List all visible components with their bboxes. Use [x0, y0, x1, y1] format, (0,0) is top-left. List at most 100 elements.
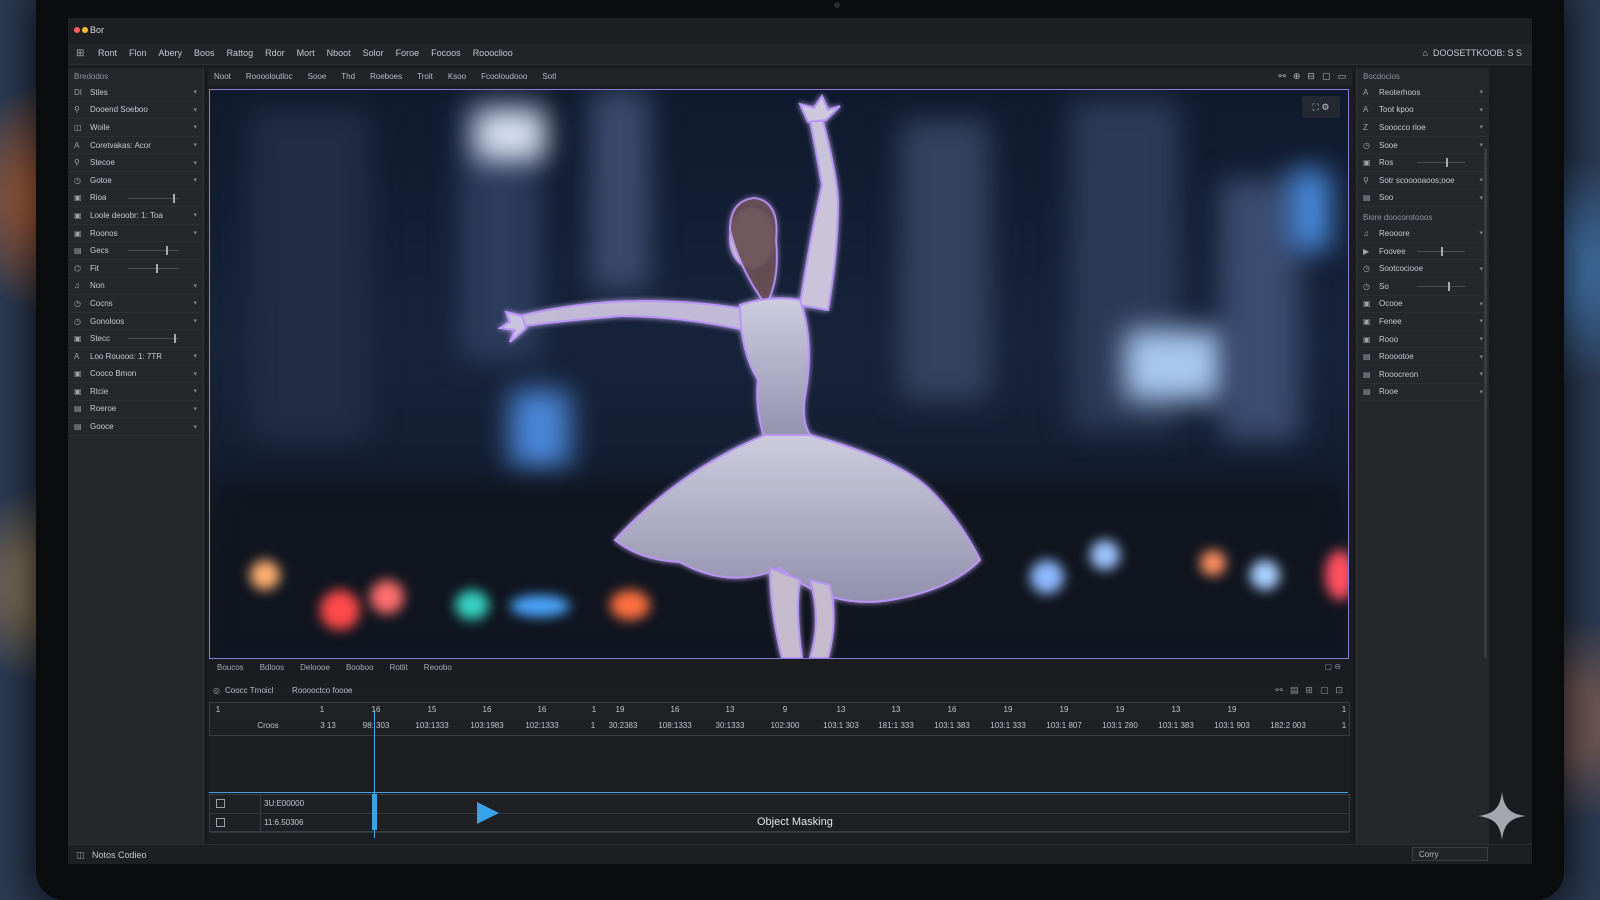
bottom-tab[interactable]: Deloooe	[300, 663, 330, 672]
chevron-down-icon[interactable]: ▾	[193, 387, 197, 395]
chevron-down-icon[interactable]: ▾	[1479, 265, 1483, 273]
property-row[interactable]: ▤ Rooootoe ▾	[1357, 348, 1489, 366]
track-checkbox[interactable]	[216, 818, 225, 827]
chevron-down-icon[interactable]: ▾	[1479, 353, 1483, 361]
track-row[interactable]: 3U:E00000	[210, 795, 1349, 814]
toolbar-item[interactable]: Roeboes	[370, 72, 402, 81]
slider-knob[interactable]	[156, 263, 159, 273]
toolbar-item[interactable]: Sooe	[308, 72, 327, 81]
bottom-tab[interactable]: Booboo	[346, 663, 374, 672]
toolbar-item[interactable]: Noot	[214, 72, 231, 81]
expand-icon[interactable]: ▢	[1325, 662, 1333, 671]
property-row[interactable]: DI Stles ▾	[68, 84, 203, 102]
chevron-down-icon[interactable]: ▾	[193, 370, 197, 378]
chevron-down-icon[interactable]: ▾	[1479, 317, 1483, 325]
timeline-ruler[interactable]: 1 1 16 15 16 16 1 19 16 13 9 13 13 16 19 19 19 13 19 1	[209, 702, 1350, 720]
property-row[interactable]: ▣ Ocooe ▾	[1357, 296, 1489, 314]
slider-knob[interactable]	[166, 246, 169, 256]
property-row[interactable]: A Reoterhoos ▾	[1357, 84, 1489, 102]
slider-knob[interactable]	[1445, 158, 1448, 168]
chevron-down-icon[interactable]: ▾	[193, 229, 197, 237]
link-icon[interactable]: ⚯	[1278, 71, 1286, 81]
minimize-window-button[interactable]	[82, 27, 88, 33]
menu-item[interactable]: Nboot	[327, 48, 351, 58]
settings-icon[interactable]: ⚙	[1321, 102, 1329, 112]
chevron-down-icon[interactable]: ▾	[1479, 88, 1483, 96]
bottom-tab[interactable]: Reoobo	[424, 663, 452, 672]
property-row[interactable]: ♫ Non ▾	[68, 278, 203, 296]
property-row[interactable]: A Coretvakas: Acor ▾	[68, 137, 203, 155]
slider-knob[interactable]	[173, 334, 176, 344]
property-row[interactable]: ▣ Roonos ▾	[68, 225, 203, 243]
playhead-handle[interactable]	[372, 794, 377, 830]
chevron-down-icon[interactable]: ▾	[1479, 370, 1483, 378]
property-row[interactable]: ▣ Loole deoobr: 1: Toa ▾	[68, 207, 203, 225]
property-row[interactable]: ▣ Ros	[1357, 154, 1489, 172]
property-row[interactable]: ▶ Foovee	[1357, 243, 1489, 261]
clip-range-line[interactable]	[209, 792, 1348, 793]
property-slider[interactable]	[1417, 158, 1465, 168]
toolbar-item[interactable]: Rooooloutloc	[246, 72, 293, 81]
property-row[interactable]: ▣ Cooco Bmon ▾	[68, 366, 203, 384]
property-row[interactable]: ▤ Soo ▾	[1357, 190, 1489, 208]
menu-item[interactable]: Rdor	[265, 48, 285, 58]
collapse-icon[interactable]: ⊖	[1334, 662, 1341, 671]
frame-icon[interactable]: ▢	[1320, 685, 1329, 695]
chevron-down-icon[interactable]: ▾	[1479, 335, 1483, 343]
slider-knob[interactable]	[172, 193, 175, 203]
chevron-down-icon[interactable]: ▾	[193, 176, 197, 184]
layout-icon[interactable]: ⊟	[1307, 71, 1315, 81]
bottom-tab[interactable]: Boucos	[217, 663, 244, 672]
menu-item[interactable]: Focoos	[431, 48, 461, 58]
menu-item[interactable]: Mort	[297, 48, 315, 58]
save-icon[interactable]: ▭	[1337, 71, 1346, 81]
property-row[interactable]: ◷ Sooe ▾	[1357, 137, 1489, 155]
chevron-down-icon[interactable]: ▾	[193, 88, 197, 96]
property-row[interactable]: ◷ Gonoloos ▾	[68, 313, 203, 331]
property-row[interactable]: ◫ Woile ▾	[68, 119, 203, 137]
slider-knob[interactable]	[1448, 281, 1451, 291]
toolbar-item[interactable]: Thd	[341, 72, 355, 81]
property-row[interactable]: ⚲ Dooend Soeboo ▾	[68, 102, 203, 120]
chevron-down-icon[interactable]: ▾	[1479, 176, 1483, 184]
property-row[interactable]: ▣ Rioa	[68, 190, 203, 208]
property-row[interactable]: ▤ Roeroe ▾	[68, 401, 203, 419]
toolbar-item[interactable]: Trolt	[417, 72, 433, 81]
property-row[interactable]: ⚲ Sotr scooooaoos;ooe ▾	[1357, 172, 1489, 190]
menu-item[interactable]: Roooclioo	[473, 48, 513, 58]
calendar-icon[interactable]: ▤	[1290, 685, 1299, 695]
property-row[interactable]: A Toot kpoo ▾	[1357, 102, 1489, 120]
chevron-down-icon[interactable]: ▾	[193, 352, 197, 360]
grid-icon[interactable]: ⊞	[1305, 685, 1313, 695]
grid-icon[interactable]: ⊞	[76, 48, 84, 59]
property-slider[interactable]	[128, 246, 179, 256]
property-row[interactable]: ▣ Rtcie ▾	[68, 383, 203, 401]
property-slider[interactable]	[128, 334, 179, 344]
property-row[interactable]: ▣ Rooo ▾	[1357, 331, 1489, 349]
bottom-tab[interactable]: Rotlit	[390, 663, 408, 672]
property-row[interactable]: Z Sooocco rioe ▾	[1357, 119, 1489, 137]
viewport-tools[interactable]: ⛶ ⚙	[1302, 96, 1340, 118]
zoom-icon[interactable]: ⊡	[1335, 685, 1343, 695]
chevron-down-icon[interactable]: ▾	[1479, 194, 1483, 202]
property-row[interactable]: ♫ Reooore ▾	[1357, 225, 1489, 243]
chevron-down-icon[interactable]: ▾	[193, 141, 197, 149]
chevron-down-icon[interactable]: ▾	[193, 106, 197, 114]
property-row[interactable]: ▣ Fenee ▾	[1357, 313, 1489, 331]
preview-viewport[interactable]: ⛶ ⚙	[209, 89, 1349, 659]
property-slider[interactable]	[128, 193, 179, 203]
chevron-down-icon[interactable]: ▾	[193, 211, 197, 219]
menu-item[interactable]: Abery	[159, 48, 183, 58]
property-row[interactable]: A Loo Rouooo: 1: 7TR ▾	[68, 348, 203, 366]
property-row[interactable]: ◷ Sootcociooe ▾	[1357, 260, 1489, 278]
menu-item[interactable]: Rattog	[227, 48, 254, 58]
menu-item[interactable]: Solor	[363, 48, 384, 58]
chevron-down-icon[interactable]: ▾	[193, 123, 197, 131]
toolbar-item[interactable]: Fcooloudooo	[481, 72, 527, 81]
property-row[interactable]: ⚲ Stecoe ▾	[68, 154, 203, 172]
property-slider[interactable]	[1417, 281, 1465, 291]
bottom-tab[interactable]: Bdloos	[260, 663, 284, 672]
chevron-down-icon[interactable]: ▾	[1479, 106, 1483, 114]
image-compare-icon[interactable]: ⛶	[1313, 102, 1319, 112]
property-row[interactable]: ▤ Rooocreon ▾	[1357, 366, 1489, 384]
